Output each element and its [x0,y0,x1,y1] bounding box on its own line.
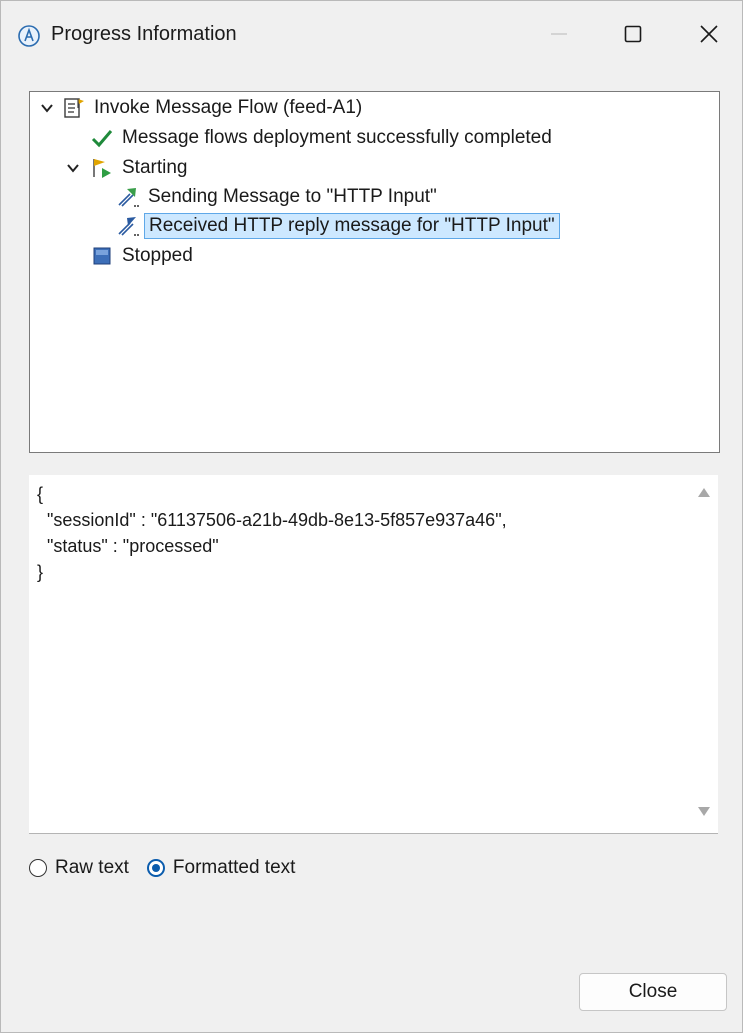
tree-item-label: Stopped [122,245,193,266]
formatted-text-label: Formatted text [172,857,296,878]
window-title: Progress Information [51,23,237,45]
tree-item-received-reply[interactable]: Received HTTP reply message for "HTTP In… [116,212,560,240]
progress-tree[interactable]: Invoke Message Flow (feed-A1) Message fl… [29,91,720,453]
progress-dialog: Progress Information Invoke Message Flow… [0,0,743,1033]
vertical-scrollbar[interactable] [690,475,718,833]
message-body-text[interactable]: { "sessionId" : "61137506-a21b-49db-8e13… [37,481,507,585]
checkmark-icon [90,126,114,150]
tree-item-label-selected: Received HTTP reply message for "HTTP In… [144,213,560,239]
message-detail-panel[interactable]: { "sessionId" : "61137506-a21b-49db-8e13… [29,475,718,834]
scroll-up-icon[interactable] [697,485,711,503]
tree-item-label: Sending Message to "HTTP Input" [148,186,437,207]
raw-text-label: Raw text [55,857,129,878]
title-bar[interactable]: Progress Information [1,1,742,71]
minimize-icon [549,24,569,49]
tree-item-deploy-complete[interactable]: Message flows deployment successfully co… [90,124,552,152]
maximize-button[interactable] [603,13,663,59]
close-icon [699,24,719,49]
scroll-down-icon[interactable] [697,805,711,823]
stop-icon [90,244,114,268]
tree-item-stopped[interactable]: Stopped [90,242,193,270]
maximize-icon [623,24,643,49]
close-button[interactable]: Close [579,973,727,1011]
start-flag-icon [90,156,114,180]
chevron-down-icon[interactable] [38,99,56,117]
formatted-text-radio[interactable]: Formatted text [146,857,296,879]
tree-item-label: Invoke Message Flow (feed-A1) [94,97,363,118]
raw-text-radio[interactable]: Raw text [29,857,129,879]
receive-message-icon [116,214,140,238]
tree-item-invoke-flow[interactable]: Invoke Message Flow (feed-A1) [38,94,362,122]
app-icon [17,24,41,48]
minimize-button[interactable] [529,13,589,59]
radio-checked-icon[interactable] [146,859,165,877]
radio-unchecked-icon[interactable] [29,859,47,877]
tree-item-label: Message flows deployment successfully co… [122,127,552,148]
close-window-button[interactable] [679,13,739,59]
format-radio-group: Raw text Formatted text [29,857,313,879]
tree-item-sending-message[interactable]: Sending Message to "HTTP Input" [116,183,437,211]
tree-item-starting[interactable]: Starting [64,154,187,182]
send-message-icon [116,185,140,209]
chevron-down-icon[interactable] [64,159,82,177]
tree-item-label: Starting [122,157,188,178]
flow-doc-icon [62,96,86,120]
